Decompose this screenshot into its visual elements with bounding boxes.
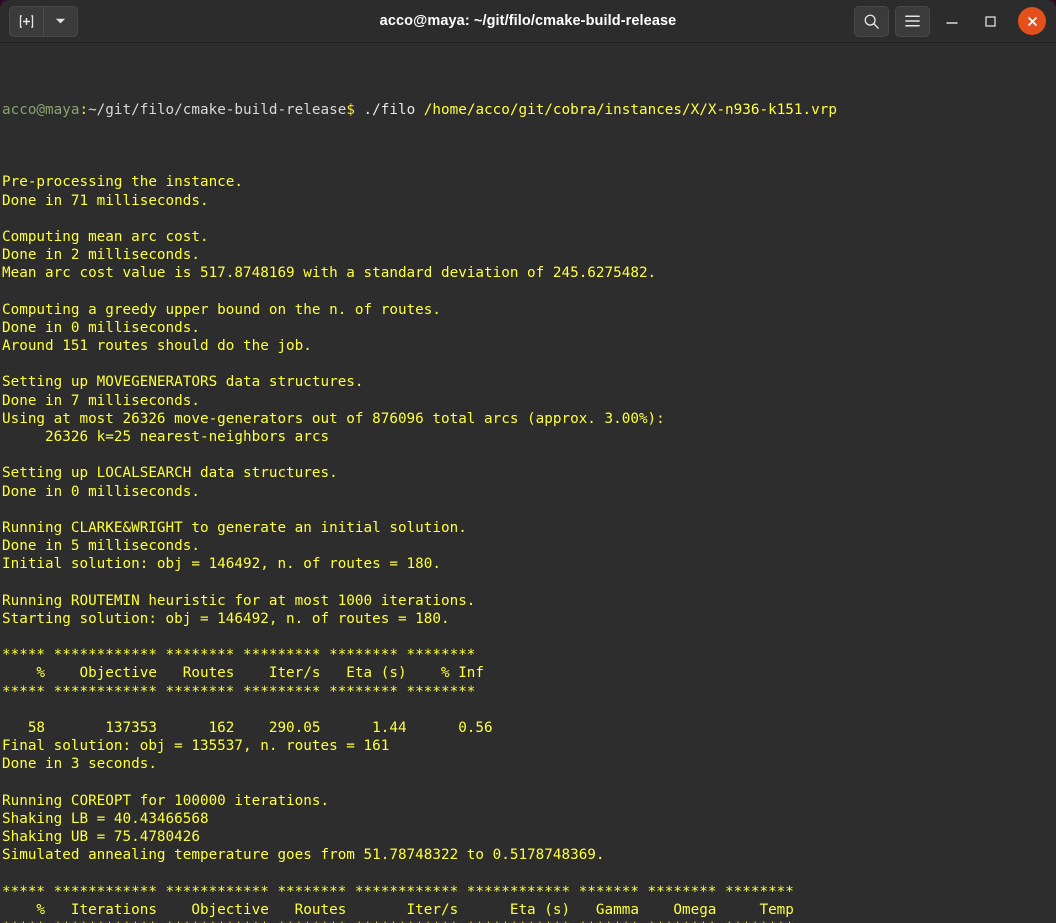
hamburger-menu-icon: [905, 15, 920, 27]
terminal-line: Running ROUTEMIN heuristic for at most 1…: [2, 592, 476, 609]
terminal-line: Done in 0 milliseconds.: [2, 483, 200, 500]
prompt-line: acco@maya:~/git/filo/cmake-build-release…: [2, 101, 1056, 119]
prompt-argument: /home/acco/git/cobra/instances/X/X-n936-…: [423, 101, 837, 118]
terminal-window: acco@maya: ~/git/filo/cmake-build-releas…: [0, 0, 1056, 923]
terminal-body[interactable]: acco@maya:~/git/filo/cmake-build-release…: [0, 43, 1056, 923]
terminal-line: Shaking UB = 75.4780426: [2, 829, 200, 846]
terminal-line: % Iterations Objective Routes Iter/s Eta…: [2, 901, 794, 918]
terminal-line: ***** ************ ************ ********…: [2, 883, 794, 900]
maximize-button[interactable]: [974, 6, 1006, 36]
terminal-screen: acco@maya:~/git/filo/cmake-build-release…: [1, 46, 1056, 923]
terminal-line: Computing mean arc cost.: [2, 228, 209, 245]
terminal-line: Running COREOPT for 100000 iterations.: [2, 792, 330, 809]
prompt-user-host: acco@maya: [2, 101, 80, 118]
terminal-line: 26326 k=25 nearest-neighbors arcs: [2, 429, 330, 446]
terminal-line: ***** ************ ************ ********…: [2, 919, 1056, 923]
terminal-line: ***** ************ ******** ********* **…: [2, 683, 476, 700]
close-button[interactable]: [1018, 7, 1046, 35]
new-terminal-icon: [19, 14, 34, 28]
terminal-line: Simulated annealing temperature goes fro…: [2, 847, 605, 864]
terminal-line: 58 137353 162 290.05 1.44 0.56: [2, 720, 493, 737]
minimize-button[interactable]: [936, 6, 968, 36]
prompt-path: ~/git/filo/cmake-build-release: [88, 101, 347, 118]
terminal-line: % Objective Routes Iter/s Eta (s) % Inf: [2, 665, 485, 682]
menu-button[interactable]: [895, 5, 930, 37]
titlebar-right-controls: [854, 5, 1046, 37]
terminal-line: Computing a greedy upper bound on the n.…: [2, 301, 441, 318]
search-icon: [864, 14, 879, 29]
new-tab-button[interactable]: [10, 7, 43, 36]
titlebar-left-controls: [9, 5, 78, 37]
prompt-command: ./filo: [354, 101, 424, 118]
terminal-line: Done in 5 milliseconds.: [2, 538, 200, 555]
window-titlebar: acco@maya: ~/git/filo/cmake-build-releas…: [0, 0, 1056, 43]
maximize-icon: [984, 15, 996, 27]
terminal-line: Final solution: obj = 135537, n. routes …: [2, 738, 390, 755]
terminal-line: Starting solution: obj = 146492, n. of r…: [2, 610, 450, 627]
terminal-line: ***** ************ ******** ********* **…: [2, 647, 476, 664]
search-button[interactable]: [854, 5, 889, 37]
prompt-separator: :: [79, 101, 89, 118]
terminal-line: Using at most 26326 move-generators out …: [2, 410, 665, 427]
terminal-line: Done in 3 seconds.: [2, 756, 157, 773]
prompt-dollar: $: [346, 101, 355, 118]
terminal-line: Setting up LOCALSEARCH data structures.: [2, 465, 338, 482]
tab-controls-group: [9, 5, 78, 37]
terminal-output: Pre-processing the instance. Done in 71 m…: [2, 173, 1056, 923]
chevron-down-icon: [55, 18, 66, 24]
terminal-line: Around 151 routes should do the job.: [2, 338, 312, 355]
minimize-icon: [946, 22, 958, 24]
tab-list-button[interactable]: [43, 6, 77, 36]
terminal-line: Pre-processing the instance.: [2, 174, 244, 191]
terminal-line: Done in 7 milliseconds.: [2, 392, 200, 409]
terminal-line: Initial solution: obj = 146492, n. of ro…: [2, 556, 441, 573]
terminal-line: Running CLARKE&WRIGHT to generate an ini…: [2, 519, 467, 536]
terminal-line: Done in 0 milliseconds.: [2, 319, 200, 336]
terminal-line: Done in 2 milliseconds.: [2, 247, 200, 264]
terminal-line: Done in 71 milliseconds.: [2, 192, 209, 209]
close-icon: [1027, 16, 1037, 26]
terminal-line: Shaking LB = 40.43466568: [2, 810, 209, 827]
terminal-line: Mean arc cost value is 517.8748169 with …: [2, 265, 657, 282]
terminal-line: Setting up MOVEGENERATORS data structure…: [2, 374, 364, 391]
